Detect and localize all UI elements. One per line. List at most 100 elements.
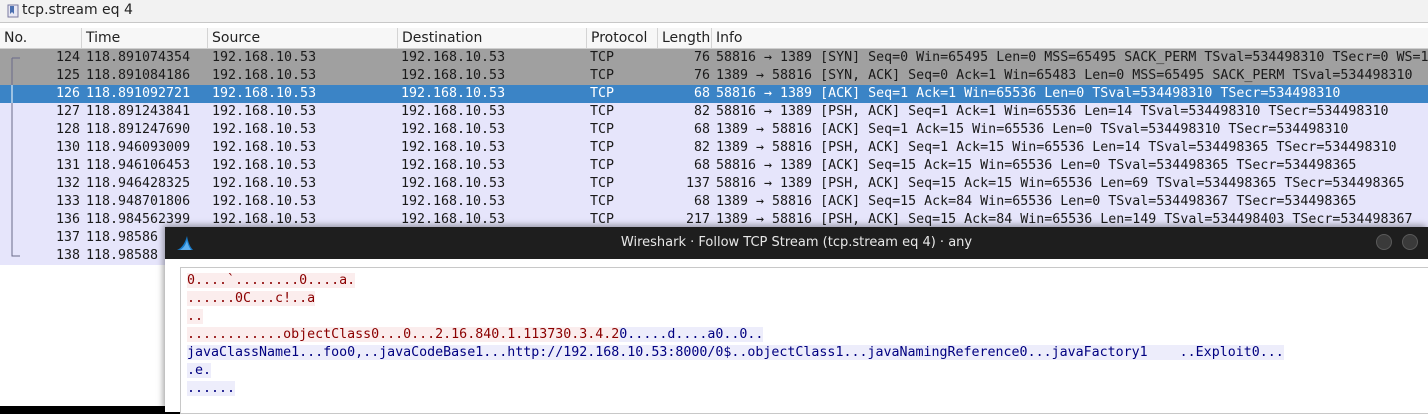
packet-time-cell: 118.948701806 — [86, 194, 191, 209]
packet-proto-cell: TCP — [590, 68, 615, 83]
column-header-destination[interactable]: Destination — [398, 28, 587, 48]
packet-time-cell: 118.891092721 — [86, 86, 191, 101]
column-header-length[interactable]: Length — [658, 28, 712, 48]
packet-src-cell: 192.168.10.53 — [212, 122, 317, 137]
stream-line: .e. — [187, 362, 212, 380]
packet-src-cell: 192.168.10.53 — [212, 176, 317, 191]
packet-proto-cell: TCP — [590, 122, 615, 137]
packet-len-cell: 76 — [693, 68, 710, 83]
packet-time-cell: 118.891243841 — [86, 104, 191, 119]
packet-time-cell: 118.891074354 — [86, 50, 191, 65]
stream-line: .. — [187, 308, 204, 326]
bookmark-icon[interactable] — [7, 4, 19, 18]
stream-line: javaClassName1...foo0,..javaCodeBase1...… — [187, 344, 1284, 362]
packet-info-cell: 58816 → 1389 [ACK] Seq=1 Ack=1 Win=65536… — [716, 86, 1341, 101]
packet-no-cell: 126 — [55, 86, 80, 101]
packet-dst-cell: 192.168.10.53 — [401, 68, 506, 83]
column-header-protocol[interactable]: Protocol — [587, 28, 658, 48]
packet-row[interactable]: 130 118.946093009 192.168.10.53 192.168.10.… — [0, 139, 1428, 157]
packet-info-cell: 1389 → 58816 [ACK] Seq=15 Ack=84 Win=655… — [716, 194, 1357, 209]
packet-proto-cell: TCP — [590, 194, 615, 209]
packet-dst-cell: 192.168.10.53 — [401, 122, 506, 137]
window-titlebar[interactable]: Wireshark · Follow TCP Stream (tcp.strea… — [165, 227, 1428, 259]
follow-tcp-stream-window: Wireshark · Follow TCP Stream (tcp.strea… — [165, 227, 1428, 414]
packet-dst-cell: 192.168.10.53 — [401, 194, 506, 209]
stream-line: ............objectClass0...0...2.16.840.… — [187, 326, 764, 344]
packet-src-cell: 192.168.10.53 — [212, 104, 317, 119]
window-title: Wireshark · Follow TCP Stream (tcp.strea… — [620, 235, 973, 250]
packet-proto-cell: TCP — [590, 86, 615, 101]
packet-len-cell: 68 — [693, 86, 710, 101]
packet-dst-cell: 192.168.10.53 — [401, 50, 506, 65]
server-payload-text: 0.....d....a0..0.. — [619, 327, 764, 342]
packet-no-cell: 137 — [55, 230, 80, 245]
packet-dst-cell: 192.168.10.53 — [401, 176, 506, 191]
maximize-button[interactable] — [1402, 234, 1418, 250]
packet-info-cell: 58816 → 1389 [ACK] Seq=15 Ack=15 Win=655… — [716, 158, 1357, 173]
packet-info-cell: 58816 → 1389 [PSH, ACK] Seq=1 Ack=1 Win=… — [716, 104, 1389, 119]
packet-len-cell: 68 — [693, 122, 710, 137]
column-header-source[interactable]: Source — [208, 28, 398, 48]
stream-line: ......0C...c!..a — [187, 290, 316, 308]
packet-row[interactable]: 131 118.946106453 192.168.10.53 192.168.10.… — [0, 157, 1428, 175]
client-payload-text: 0....`........0....a. — [187, 273, 356, 288]
packet-len-cell: 68 — [693, 158, 710, 173]
stream-line: ...... — [187, 380, 236, 398]
packet-list-header: No. Time Source Destination Protocol Len… — [0, 28, 1428, 49]
packet-proto-cell: TCP — [590, 50, 615, 65]
packet-len-cell: 68 — [693, 194, 710, 209]
packet-dst-cell: 192.168.10.53 — [401, 158, 506, 173]
packet-row[interactable]: 128 118.891247690 192.168.10.53 192.168.10.… — [0, 121, 1428, 139]
packet-no-cell: 128 — [55, 122, 80, 137]
packet-len-cell: 82 — [693, 104, 710, 119]
packet-src-cell: 192.168.10.53 — [212, 158, 317, 173]
packet-info-cell: 1389 → 58816 [PSH, ACK] Seq=1 Ack=15 Win… — [716, 140, 1397, 155]
display-filter-input[interactable]: tcp.stream eq 4 — [22, 0, 133, 21]
column-header-no[interactable]: No. — [0, 28, 82, 48]
packet-src-cell: 192.168.10.53 — [212, 194, 317, 209]
server-payload-text: .e. — [187, 363, 212, 378]
display-filter-bar: tcp.stream eq 4 — [0, 0, 1428, 23]
packet-no-cell: 133 — [55, 194, 80, 209]
stream-content-area[interactable]: 0....`........0....a. ......0C...c!..a...… — [180, 267, 1428, 414]
packet-row[interactable]: 126 118.891092721 192.168.10.53 192.168.10.… — [0, 85, 1428, 103]
packet-time-cell: 118.946428325 — [86, 176, 191, 191]
packet-time-cell: 118.891084186 — [86, 68, 191, 83]
client-payload-text: ......0C...c!..a — [187, 291, 316, 306]
packet-len-cell: 76 — [693, 50, 710, 65]
client-payload-text: ............objectClass0...0...2.16.840.… — [187, 327, 620, 342]
packet-proto-cell: TCP — [590, 140, 615, 155]
packet-no-cell: 136 — [55, 212, 80, 227]
packet-row[interactable]: 133 118.948701806 192.168.10.53 192.168.10.… — [0, 193, 1428, 211]
packet-src-cell: 192.168.10.53 — [212, 50, 317, 65]
packet-no-cell: 138 — [55, 248, 80, 263]
packet-dst-cell: 192.168.10.53 — [401, 86, 506, 101]
packet-proto-cell: TCP — [590, 176, 615, 191]
packet-row[interactable]: 125 118.891084186 192.168.10.53 192.168.10.… — [0, 67, 1428, 85]
minimize-button[interactable] — [1376, 234, 1392, 250]
packet-time-cell: 118.891247690 — [86, 122, 191, 137]
packet-src-cell: 192.168.10.53 — [212, 68, 317, 83]
packet-src-cell: 192.168.10.53 — [212, 140, 317, 155]
server-payload-text: ...... — [187, 381, 236, 396]
client-payload-text: .. — [187, 309, 204, 324]
packet-info-cell: 58816 → 1389 [PSH, ACK] Seq=15 Ack=15 Wi… — [716, 176, 1405, 191]
packet-row[interactable]: 124 118.891074354 192.168.10.53 192.168.10.… — [0, 49, 1428, 67]
server-payload-text: javaClassName1...foo0,..javaCodeBase1...… — [187, 345, 1284, 360]
packet-proto-cell: TCP — [590, 158, 615, 173]
packet-no-cell: 130 — [55, 140, 80, 155]
packet-no-cell: 127 — [55, 104, 80, 119]
column-header-info[interactable]: Info — [712, 28, 1428, 48]
column-header-time[interactable]: Time — [82, 28, 208, 48]
packet-no-cell: 124 — [55, 50, 80, 65]
packet-dst-cell: 192.168.10.53 — [401, 104, 506, 119]
packet-dst-cell: 192.168.10.53 — [401, 140, 506, 155]
packet-time-cell: 118.946093009 — [86, 140, 191, 155]
packet-row[interactable]: 132 118.946428325 192.168.10.53 192.168.10.… — [0, 175, 1428, 193]
packet-info-cell: 1389 → 58816 [SYN, ACK] Seq=0 Ack=1 Win=… — [716, 68, 1413, 83]
packet-row[interactable]: 127 118.891243841 192.168.10.53 192.168.10.… — [0, 103, 1428, 121]
packet-len-cell: 82 — [693, 140, 710, 155]
packet-src-cell: 192.168.10.53 — [212, 86, 317, 101]
stream-line: 0....`........0....a. — [187, 272, 356, 290]
packet-info-cell: 58816 → 1389 [SYN] Seq=0 Win=65495 Len=0… — [716, 50, 1428, 65]
